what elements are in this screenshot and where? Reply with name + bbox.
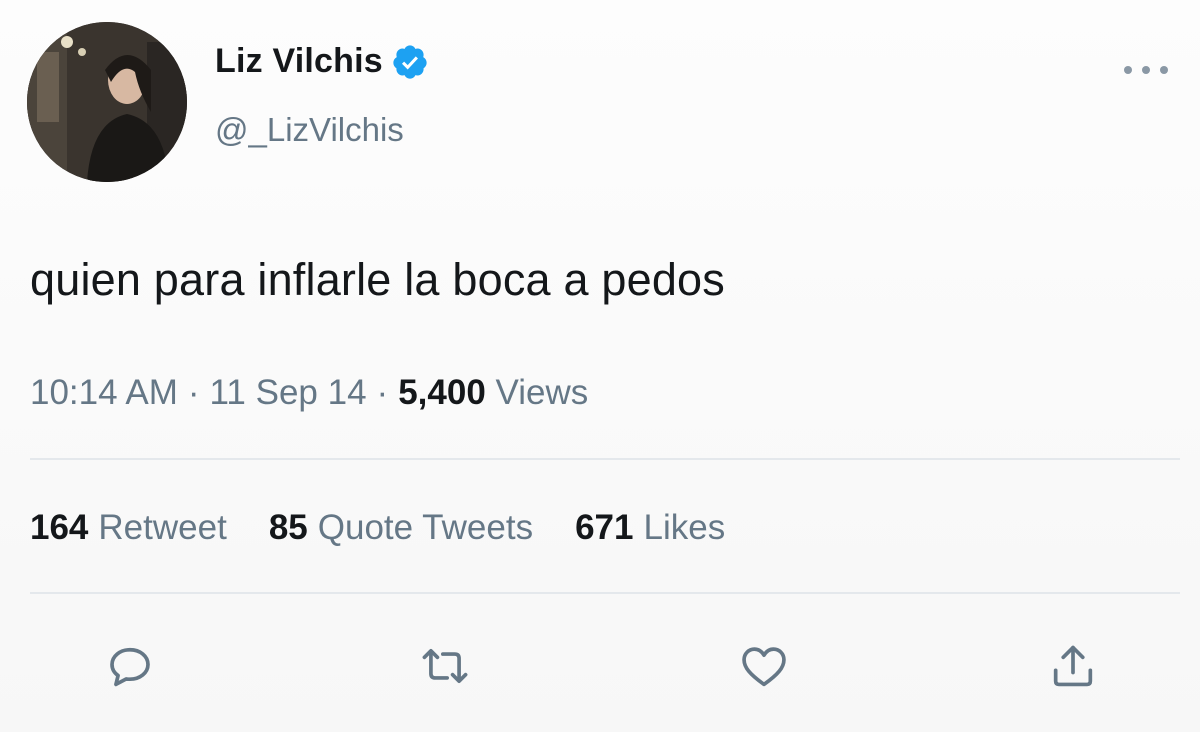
quotes-stat[interactable]: 85 Quote Tweets xyxy=(269,508,533,548)
retweet-icon xyxy=(422,648,468,684)
tweet-time[interactable]: 10:14 AM xyxy=(30,373,178,413)
reply-button[interactable] xyxy=(100,636,160,696)
meta-separator: · xyxy=(376,373,389,412)
divider xyxy=(30,458,1180,460)
more-dot xyxy=(1124,66,1132,74)
likes-count: 671 xyxy=(575,508,634,547)
engagement-stats: 164 Retweet 85 Quote Tweets 671 Likes xyxy=(30,508,767,548)
more-dot xyxy=(1142,66,1150,74)
tweet-date[interactable]: 11 Sep 14 xyxy=(210,373,367,413)
views-count: 5,400 xyxy=(398,373,486,412)
quotes-count: 85 xyxy=(268,508,308,547)
author-handle[interactable]: @_LizVilchis xyxy=(215,111,404,149)
retweets-count: 164 xyxy=(30,508,89,547)
tweet-meta: 10:14 AM · 11 Sep 14 · 5,400 Views xyxy=(30,373,588,413)
avatar[interactable] xyxy=(27,22,187,182)
tweet-card: Liz Vilchis @_LizVilchis quien para infl… xyxy=(0,0,1200,732)
retweets-label: Retweet xyxy=(98,508,227,547)
tweet-text: quien para inflarle la boca a pedos xyxy=(30,254,725,305)
meta-separator: · xyxy=(187,373,200,412)
likes-label: Likes xyxy=(643,508,726,547)
like-button[interactable] xyxy=(734,636,794,696)
retweet-button[interactable] xyxy=(415,636,475,696)
quotes-label: Quote Tweets xyxy=(317,508,534,547)
avatar-photo xyxy=(27,22,187,182)
views-label: Views xyxy=(495,373,589,412)
likes-stat[interactable]: 671 Likes xyxy=(575,508,725,548)
retweets-stat[interactable]: 164 Retweet xyxy=(30,508,227,548)
reply-icon xyxy=(110,647,150,687)
author-name-row: Liz Vilchis xyxy=(215,42,429,81)
heart-icon xyxy=(742,647,786,687)
share-button[interactable] xyxy=(1043,636,1103,696)
divider xyxy=(30,592,1180,594)
more-horizontal-icon[interactable] xyxy=(1124,58,1168,82)
action-bar xyxy=(0,636,1200,706)
display-name[interactable]: Liz Vilchis xyxy=(215,42,383,81)
share-icon xyxy=(1053,645,1093,687)
more-dot xyxy=(1160,66,1168,74)
verified-badge-icon xyxy=(393,44,427,79)
